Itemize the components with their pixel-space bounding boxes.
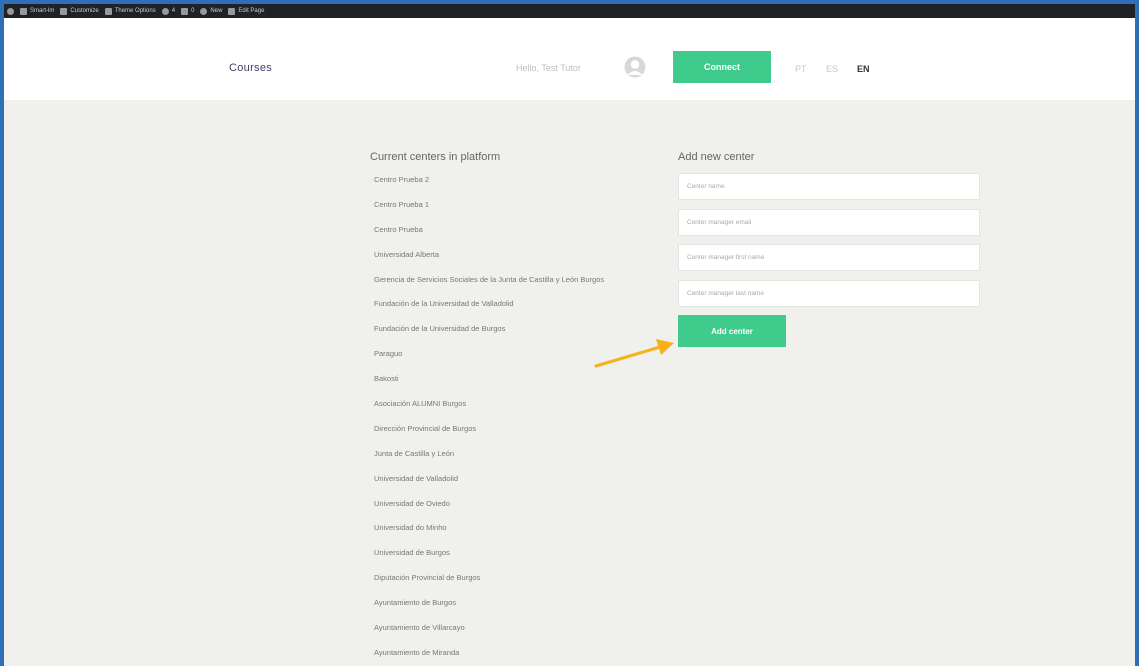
admin-bar-label: 0 xyxy=(191,8,195,14)
plus-icon xyxy=(200,7,208,15)
list-item: Diputación Provincial de Burgos xyxy=(374,573,481,583)
admin-bar-new[interactable]: New xyxy=(200,7,223,15)
refresh-icon xyxy=(161,7,169,15)
centers-title: Current centers in platform xyxy=(370,151,501,163)
manager-first-name-input[interactable] xyxy=(678,244,980,271)
site-header: Courses Hello, Test Tutor Connect PT ES … xyxy=(4,18,1135,100)
language-es[interactable]: ES xyxy=(826,64,838,74)
list-item: Universidad do Minho xyxy=(374,523,447,533)
list-item: Bakosti xyxy=(374,374,399,384)
add-center-form: Add new center Add center xyxy=(678,151,982,347)
list-item: Ayuntamiento de Burgos xyxy=(374,598,456,608)
list-item: Centro Prueba 2 xyxy=(374,175,430,184)
dashboard-icon xyxy=(20,7,27,15)
language-en[interactable]: EN xyxy=(857,64,870,74)
center-name-input[interactable] xyxy=(678,173,980,200)
admin-bar-theme-options[interactable]: Theme Options xyxy=(104,7,156,15)
list-item: Universidad de Burgos xyxy=(374,548,450,558)
list-item: Ayuntamiento de Miranda xyxy=(374,647,460,657)
manager-email-input[interactable] xyxy=(678,208,980,236)
nav-courses-link[interactable]: Courses xyxy=(229,62,272,74)
admin-bar-edit-page[interactable]: Edit Page xyxy=(228,7,265,15)
pencil-icon xyxy=(60,7,68,15)
language-pt[interactable]: PT xyxy=(795,64,807,74)
list-item: Centro Prueba xyxy=(374,224,423,234)
list-item: Gerencia de Servicios Sociales de la Jun… xyxy=(374,274,605,284)
wordpress-icon xyxy=(7,7,14,15)
list-item: Dirección Provincial de Burgos xyxy=(374,423,477,433)
list-item: Junta de Castilla y León xyxy=(374,448,455,458)
list-item: Universidad de Valladolid xyxy=(374,473,459,483)
centers-panel: Current centers in platform Centro Prueb… xyxy=(370,151,670,666)
admin-bar: Smart-lm Customize Theme Options 4 0 New… xyxy=(4,4,1135,18)
user-greeting: Hello, Test Tutor xyxy=(516,63,581,73)
centers-list: Centro Prueba 2 Centro Prueba 1 Centro P… xyxy=(370,173,670,666)
list-item: Fundación de la Universidad de Valladoli… xyxy=(374,299,514,309)
pencil-icon xyxy=(228,7,236,15)
admin-bar-label: 4 xyxy=(171,8,176,14)
list-item: Asociación ALUMNI Burgos xyxy=(374,399,467,409)
admin-bar-customize[interactable]: Customize xyxy=(60,7,99,15)
list-item: Ayuntamiento de Villarcayo xyxy=(374,623,465,633)
admin-bar-comments[interactable]: 0 xyxy=(181,7,195,15)
admin-bar-site[interactable]: Smart-lm xyxy=(20,7,55,15)
avatar[interactable] xyxy=(624,56,646,78)
list-item: Centro Prueba 1 xyxy=(374,199,430,209)
admin-bar-updates[interactable]: 4 xyxy=(161,7,176,15)
list-item: Universidad Alberta xyxy=(374,249,440,259)
admin-bar-label: New xyxy=(210,8,223,14)
arrow-right-icon xyxy=(594,339,674,368)
comment-icon xyxy=(181,7,189,15)
browser-frame: Smart-lm Customize Theme Options 4 0 New… xyxy=(0,0,1139,666)
admin-bar-label: Theme Options xyxy=(114,8,156,14)
manager-last-name-input[interactable] xyxy=(678,279,980,307)
connect-button[interactable]: Connect xyxy=(673,51,771,83)
admin-bar-wordpress[interactable] xyxy=(7,7,14,15)
admin-bar-label: Customize xyxy=(70,8,99,14)
add-center-button[interactable]: Add center xyxy=(678,315,786,347)
menu-icon xyxy=(104,7,112,15)
add-center-title: Add new center xyxy=(678,151,755,163)
admin-bar-label: Edit Page xyxy=(238,8,265,14)
admin-bar-label: Smart-lm xyxy=(30,8,55,14)
list-item: Universidad de Oviedo xyxy=(374,498,450,508)
